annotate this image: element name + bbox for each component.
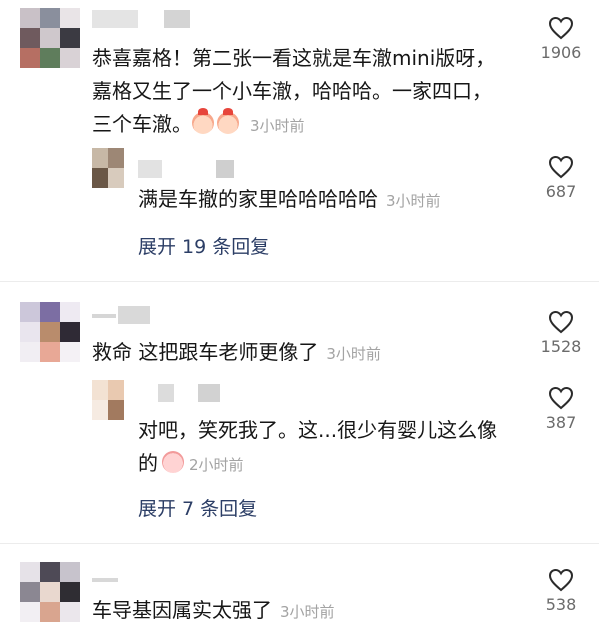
like-count: 1528 xyxy=(540,337,582,356)
expand-replies-link[interactable]: 展开 7 条回复 xyxy=(138,494,257,521)
like-button[interactable]: 1906 xyxy=(531,16,591,63)
comment-text: 车导基因属实太强了 3小时前 xyxy=(92,594,522,629)
reply-text-segment: 的 xyxy=(138,451,158,475)
timestamp: 3小时前 xyxy=(280,603,335,621)
comment-text-segment: 救命 这把跟车老师更像了 xyxy=(92,340,319,364)
reply-text-segment: 满是车撤的家里哈哈哈哈哈 xyxy=(138,187,378,211)
like-button[interactable]: 387 xyxy=(531,386,591,433)
username-blurred[interactable] xyxy=(92,306,172,324)
timestamp: 2小时前 xyxy=(189,456,244,474)
reply-username-blurred[interactable] xyxy=(138,384,248,402)
username-blurred[interactable] xyxy=(92,10,212,28)
heart-icon xyxy=(548,568,574,592)
heart-icon xyxy=(548,386,574,410)
timestamp: 3小时前 xyxy=(386,192,441,210)
heart-icon xyxy=(548,155,574,179)
like-button[interactable]: 687 xyxy=(531,155,591,202)
crying-laugh-emoji xyxy=(162,451,184,473)
reply-avatar[interactable] xyxy=(92,148,124,188)
username-blurred[interactable] xyxy=(92,570,172,588)
heart-icon xyxy=(548,16,574,40)
reply-username-blurred[interactable] xyxy=(138,160,248,178)
expand-replies-link[interactable]: 展开 19 条回复 xyxy=(138,232,269,259)
timestamp: 3小时前 xyxy=(326,345,381,363)
comment-text-line: 三个车澈。 3小时前 xyxy=(92,108,522,143)
avatar[interactable] xyxy=(20,302,80,362)
comment-text-segment: 三个车澈。 xyxy=(92,112,192,136)
reply-avatar[interactable] xyxy=(92,380,124,420)
reply-text: 对吧，笑死我了。这...很少有婴儿这么像 的 2小时前 xyxy=(138,414,518,482)
like-count: 1906 xyxy=(540,43,582,62)
divider xyxy=(0,543,599,544)
like-count: 538 xyxy=(545,595,577,614)
peach-face-emoji xyxy=(192,108,214,134)
heart-icon xyxy=(548,310,574,334)
reply-text-line: 的 2小时前 xyxy=(138,447,518,482)
like-button[interactable]: 1528 xyxy=(531,310,591,357)
divider xyxy=(0,281,599,282)
comment-text: 恭喜嘉格！第二张一看这就是车澈mini版呀， 嘉格又生了一个小车澈，哈哈哈。一家… xyxy=(92,42,522,143)
like-count: 687 xyxy=(545,182,577,201)
avatar[interactable] xyxy=(20,8,80,68)
like-count: 387 xyxy=(545,413,577,432)
peach-face-emoji xyxy=(217,108,239,134)
like-button[interactable]: 538 xyxy=(531,568,591,615)
reply-text: 满是车撤的家里哈哈哈哈哈 3小时前 xyxy=(138,183,518,218)
comment-text-line: 恭喜嘉格！第二张一看这就是车澈mini版呀， xyxy=(92,46,496,70)
reply-text-line: 对吧，笑死我了。这...很少有婴儿这么像 xyxy=(138,418,498,442)
comment-text: 救命 这把跟车老师更像了 3小时前 xyxy=(92,336,522,371)
comment-text-segment: 车导基因属实太强了 xyxy=(92,598,272,622)
avatar[interactable] xyxy=(20,562,80,622)
timestamp: 3小时前 xyxy=(250,117,305,135)
comment-text-line: 嘉格又生了一个小车澈，哈哈哈。一家四口， xyxy=(92,79,492,103)
